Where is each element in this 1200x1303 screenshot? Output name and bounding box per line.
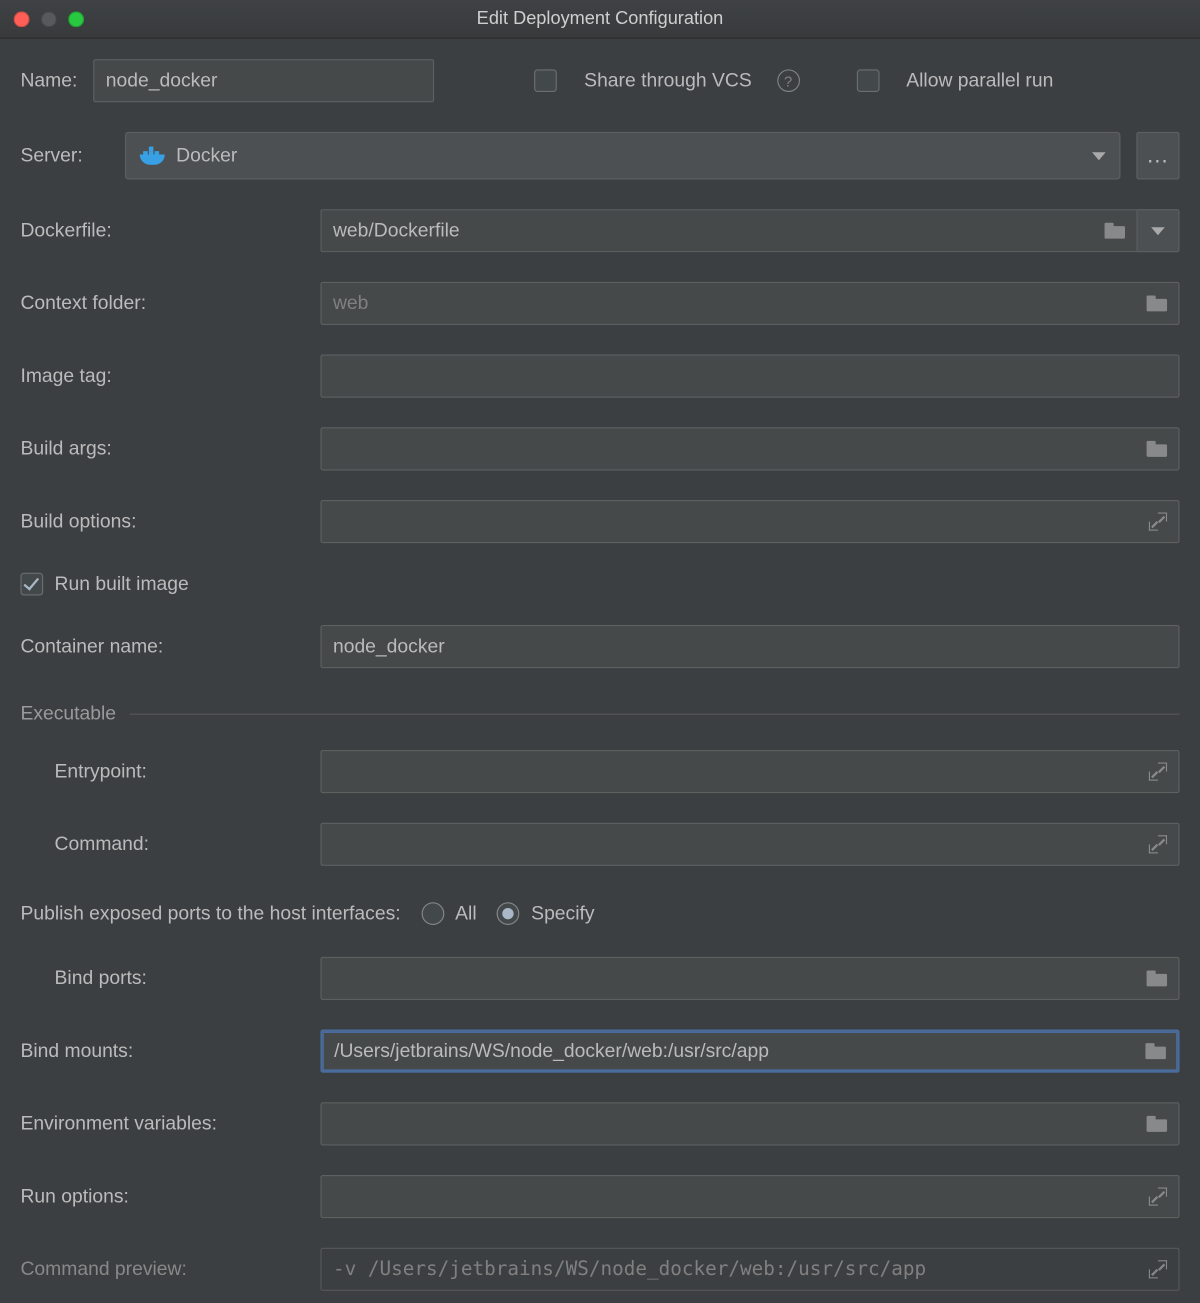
allow-parallel-label: Allow parallel run [906, 69, 1053, 92]
chevron-down-icon [1092, 152, 1106, 160]
run-built-image-checkbox[interactable] [20, 573, 43, 596]
bind-mounts-value: /Users/jetbrains/WS/node_docker/web:/usr… [334, 1040, 769, 1063]
bind-ports-label: Bind ports: [20, 967, 320, 990]
build-args-field[interactable] [320, 427, 1179, 470]
folder-icon[interactable] [1105, 223, 1125, 239]
command-field[interactable] [320, 823, 1179, 866]
command-label: Command: [20, 833, 320, 856]
docker-icon [140, 147, 165, 165]
window-close-button[interactable] [14, 11, 30, 27]
expand-icon[interactable] [1149, 835, 1167, 853]
context-folder-placeholder: web [333, 292, 368, 315]
container-name-input[interactable] [333, 635, 1167, 658]
build-options-field[interactable] [320, 500, 1179, 543]
context-folder-label: Context folder: [20, 292, 320, 315]
chevron-down-icon [1151, 227, 1165, 235]
build-args-label: Build args: [20, 438, 320, 461]
expand-icon[interactable] [1149, 1260, 1167, 1278]
dockerfile-label: Dockerfile: [20, 219, 320, 242]
share-vcs-label: Share through VCS [584, 69, 752, 92]
command-preview-value: -v /Users/jetbrains/WS/node_docker/web:/… [333, 1258, 926, 1281]
entrypoint-label: Entrypoint: [20, 760, 320, 783]
folder-icon[interactable] [1147, 441, 1167, 457]
folder-icon[interactable] [1147, 295, 1167, 311]
env-vars-label: Environment variables: [20, 1113, 320, 1136]
command-preview-field: -v /Users/jetbrains/WS/node_docker/web:/… [320, 1248, 1179, 1291]
executable-section-title: Executable [20, 702, 116, 725]
share-vcs-help-icon[interactable]: ? [777, 69, 800, 92]
run-options-field[interactable] [320, 1175, 1179, 1218]
entrypoint-input[interactable] [333, 760, 1167, 783]
image-tag-label: Image tag: [20, 365, 320, 388]
bind-mounts-field[interactable]: /Users/jetbrains/WS/node_docker/web:/usr… [320, 1030, 1179, 1073]
window-title: Edit Deployment Configuration [0, 9, 1200, 29]
publish-all-label: All [455, 902, 476, 925]
folder-icon[interactable] [1147, 970, 1167, 986]
image-tag-field[interactable] [320, 355, 1179, 398]
folder-icon[interactable] [1145, 1043, 1165, 1059]
server-label: Server: [20, 144, 109, 167]
run-options-input[interactable] [333, 1185, 1167, 1208]
server-value: Docker [176, 144, 237, 167]
publish-specify-radio[interactable] [497, 902, 520, 925]
folder-icon[interactable] [1147, 1116, 1167, 1132]
build-options-label: Build options: [20, 510, 320, 533]
server-dropdown[interactable]: Docker [125, 132, 1120, 180]
env-vars-field[interactable] [320, 1102, 1179, 1145]
bind-ports-input[interactable] [333, 967, 1167, 990]
window-minimize-button[interactable] [41, 11, 57, 27]
name-field[interactable] [93, 59, 434, 102]
publish-ports-label: Publish exposed ports to the host interf… [20, 902, 400, 925]
name-label: Name: [20, 69, 77, 92]
allow-parallel-checkbox[interactable] [856, 69, 879, 92]
image-tag-input[interactable] [333, 365, 1167, 388]
server-more-button[interactable]: … [1136, 132, 1179, 180]
build-args-input[interactable] [333, 438, 1167, 461]
context-folder-field[interactable]: web [320, 282, 1179, 325]
container-name-label: Container name: [20, 635, 320, 658]
dockerfile-field[interactable]: web/Dockerfile [320, 209, 1136, 252]
command-input[interactable] [333, 833, 1167, 856]
expand-icon[interactable] [1149, 763, 1167, 781]
run-options-label: Run options: [20, 1185, 320, 1208]
publish-specify-label: Specify [531, 902, 594, 925]
section-divider [130, 713, 1180, 714]
run-built-image-label: Run built image [55, 573, 189, 596]
expand-icon[interactable] [1149, 513, 1167, 531]
window-titlebar: Edit Deployment Configuration [0, 0, 1200, 39]
entrypoint-field[interactable] [320, 750, 1179, 793]
bind-mounts-label: Bind mounts: [20, 1040, 320, 1063]
share-vcs-checkbox[interactable] [534, 69, 557, 92]
dockerfile-history-dropdown[interactable] [1136, 209, 1179, 252]
expand-icon[interactable] [1149, 1188, 1167, 1206]
dockerfile-value: web/Dockerfile [333, 219, 460, 242]
env-vars-input[interactable] [333, 1113, 1167, 1136]
build-options-input[interactable] [333, 510, 1167, 533]
command-preview-label: Command preview: [20, 1258, 320, 1281]
name-input[interactable] [106, 69, 422, 92]
publish-all-radio[interactable] [421, 902, 444, 925]
window-maximize-button[interactable] [68, 11, 84, 27]
container-name-field[interactable] [320, 625, 1179, 668]
bind-ports-field[interactable] [320, 957, 1179, 1000]
